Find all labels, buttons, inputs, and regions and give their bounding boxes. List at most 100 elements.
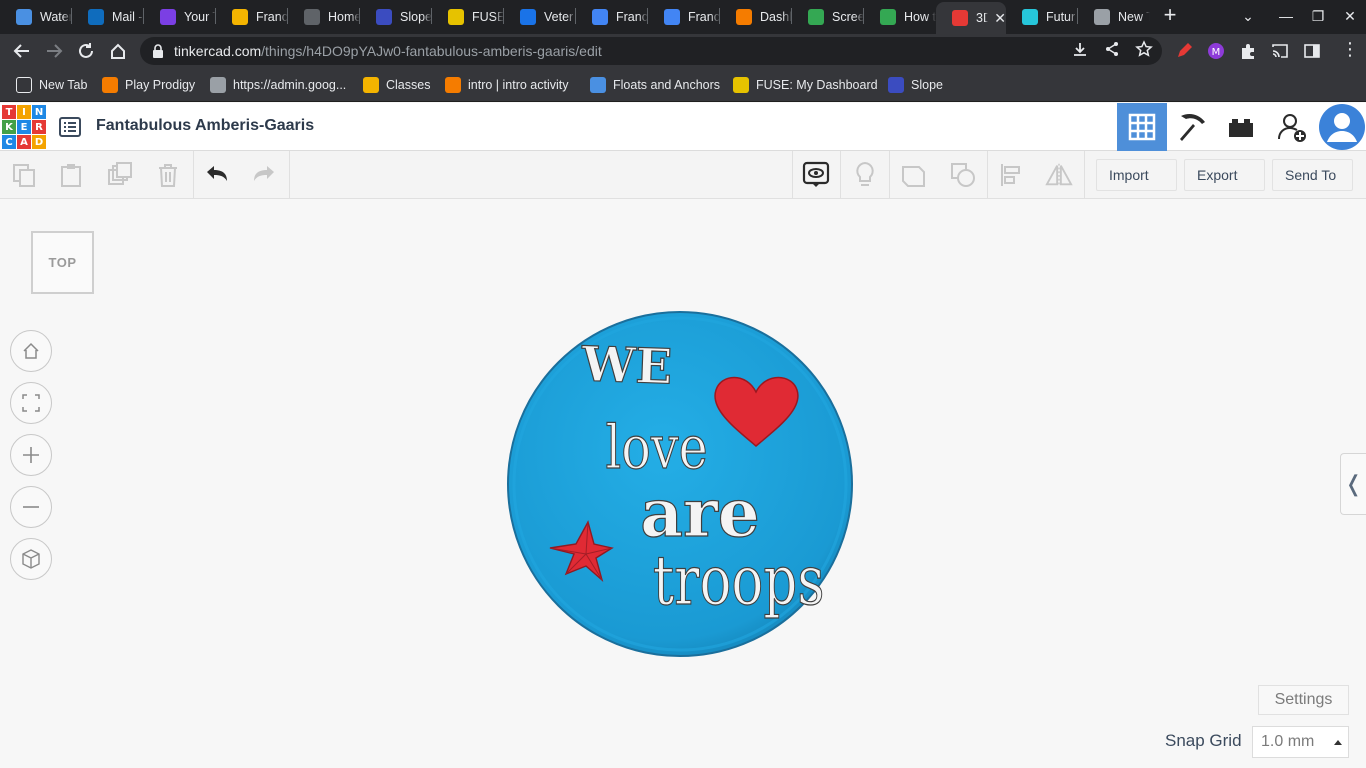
bookmark-item[interactable]: Floats and Anchors: [590, 76, 720, 94]
tab-title: FUSE: [472, 10, 504, 24]
browser-tab[interactable]: Franc: [216, 4, 288, 30]
tab-title: Scree: [832, 10, 864, 24]
extensions-puzzle-icon[interactable]: [1239, 42, 1257, 60]
text-are[interactable]: are: [640, 473, 761, 552]
e-icon: [445, 77, 461, 93]
bookmark-label: Floats and Anchors: [613, 78, 721, 92]
snap-grid-select[interactable]: 1.0 mm: [1252, 726, 1349, 758]
snap-grid-value: 1.0 mm: [1261, 733, 1315, 750]
notes-button[interactable]: [802, 161, 830, 189]
browser-tab[interactable]: Franc: [576, 4, 648, 30]
fit-view-icon: [22, 394, 40, 412]
send-to-button[interactable]: Send To: [1272, 159, 1353, 191]
duplicate-button[interactable]: [106, 161, 134, 189]
bookmark-label: New Tab: [39, 78, 88, 92]
spiral-icon: [304, 9, 320, 25]
back-icon[interactable]: [10, 39, 34, 63]
new-tab-button[interactable]: +: [1158, 4, 1182, 28]
bookmark-item[interactable]: Slope: [888, 76, 943, 94]
side-panel-icon[interactable]: [1303, 42, 1321, 60]
align-button[interactable]: [998, 161, 1026, 189]
design-model[interactable]: WE love are troops: [500, 304, 860, 664]
text-love[interactable]: love: [605, 412, 708, 483]
slope-icon: [888, 77, 904, 93]
perspective-button[interactable]: [10, 538, 52, 580]
ungroup-button[interactable]: [949, 161, 977, 189]
avatar-icon: [1319, 104, 1365, 150]
view-cube[interactable]: TOP: [31, 231, 94, 294]
fit-view-button[interactable]: [10, 382, 52, 424]
invite-user-button[interactable]: [1267, 103, 1317, 151]
bookmark-item[interactable]: New Tab: [16, 76, 87, 94]
browser-tab[interactable]: 3D ✕: [936, 2, 1006, 34]
light-button[interactable]: [851, 161, 879, 189]
close-window-icon[interactable]: ✕: [1340, 6, 1360, 26]
tab-title: Veter: [544, 10, 574, 24]
browser-tab[interactable]: Veter: [504, 4, 576, 30]
pen-extension-icon[interactable]: [1175, 42, 1193, 60]
browser-tab[interactable]: How t: [864, 4, 936, 30]
group-button[interactable]: [900, 161, 928, 189]
browser-tab[interactable]: Dashl: [720, 4, 792, 30]
import-button[interactable]: Import: [1096, 159, 1177, 191]
address-bar[interactable]: tinkercad.com/things/h4DO9pYAJw0-fantabu…: [140, 37, 1162, 65]
settings-button[interactable]: Settings: [1258, 685, 1349, 715]
zoom-out-button[interactable]: [10, 486, 52, 528]
forward-icon[interactable]: [42, 39, 66, 63]
bookmark-item[interactable]: https://admin.goog...: [210, 76, 346, 94]
reload-icon[interactable]: [74, 39, 98, 63]
logo-letter: C: [2, 135, 16, 149]
browser-tab[interactable]: Mail -: [72, 4, 144, 30]
minimize-icon[interactable]: —: [1276, 6, 1296, 26]
cube-icon: [22, 549, 40, 569]
browser-tab[interactable]: Your T: [144, 4, 216, 30]
design-list-icon[interactable]: [58, 115, 82, 139]
share-icon[interactable]: [1103, 40, 1121, 58]
tinkercad-logo[interactable]: T I N K E R C A D: [2, 105, 46, 149]
text-troops[interactable]: troops: [652, 541, 825, 621]
tab-title: Franc: [256, 10, 288, 24]
workplane[interactable]: TOP WE love are troops ❬ Settings Snap G…: [0, 200, 1366, 768]
plus-icon: [23, 447, 39, 463]
redo-button[interactable]: [250, 161, 278, 189]
chrome-menu-icon[interactable]: ⋮: [1341, 40, 1359, 58]
bricks-mode-button[interactable]: [1216, 103, 1266, 151]
m-extension-icon[interactable]: M: [1207, 42, 1225, 60]
bookmark-item[interactable]: FUSE: My Dashboard: [733, 76, 878, 94]
home-icon[interactable]: [106, 39, 130, 63]
restore-icon[interactable]: ❐: [1308, 6, 1328, 26]
browser-tab[interactable]: FUSE: [432, 4, 504, 30]
browser-tab[interactable]: Slope: [360, 4, 432, 30]
undo-button[interactable]: [203, 161, 231, 189]
browser-tab[interactable]: Home: [288, 4, 360, 30]
3d-design-mode-button[interactable]: [1117, 103, 1167, 151]
cast-icon[interactable]: [1271, 42, 1289, 60]
close-tab-icon[interactable]: ✕: [994, 10, 1006, 27]
bookmark-item[interactable]: intro | intro activity: [445, 76, 569, 94]
copy-button[interactable]: [10, 161, 38, 189]
mirror-button[interactable]: [1045, 161, 1073, 189]
minecraft-mode-button[interactable]: [1167, 103, 1217, 151]
lock-icon: [153, 44, 163, 58]
browser-tab[interactable]: Water: [0, 4, 72, 30]
design-title[interactable]: Fantabulous Amberis-Gaaris: [96, 117, 314, 135]
home-view-button[interactable]: [10, 330, 52, 372]
bookmark-item[interactable]: Classes: [363, 76, 430, 94]
tab-title: Home: [328, 10, 360, 24]
text-we[interactable]: WE: [579, 336, 674, 396]
tab-search-icon[interactable]: ⌄: [1238, 6, 1258, 26]
zoom-in-button[interactable]: [10, 434, 52, 476]
bookmark-star-icon[interactable]: [1135, 40, 1153, 58]
tab-title: Futur: [1046, 10, 1076, 24]
browser-tab[interactable]: Futur: [1006, 4, 1078, 30]
bookmark-item[interactable]: Play Prodigy: [102, 76, 195, 94]
export-button[interactable]: Export: [1184, 159, 1265, 191]
browser-tab[interactable]: Scree: [792, 4, 864, 30]
paste-button[interactable]: [57, 161, 85, 189]
browser-tab[interactable]: New T: [1078, 4, 1150, 30]
user-avatar[interactable]: [1317, 103, 1366, 151]
delete-button[interactable]: [154, 161, 182, 189]
browser-tab[interactable]: Franc: [648, 4, 720, 30]
install-icon[interactable]: [1071, 40, 1089, 58]
shapes-panel-toggle[interactable]: ❬: [1340, 453, 1366, 515]
